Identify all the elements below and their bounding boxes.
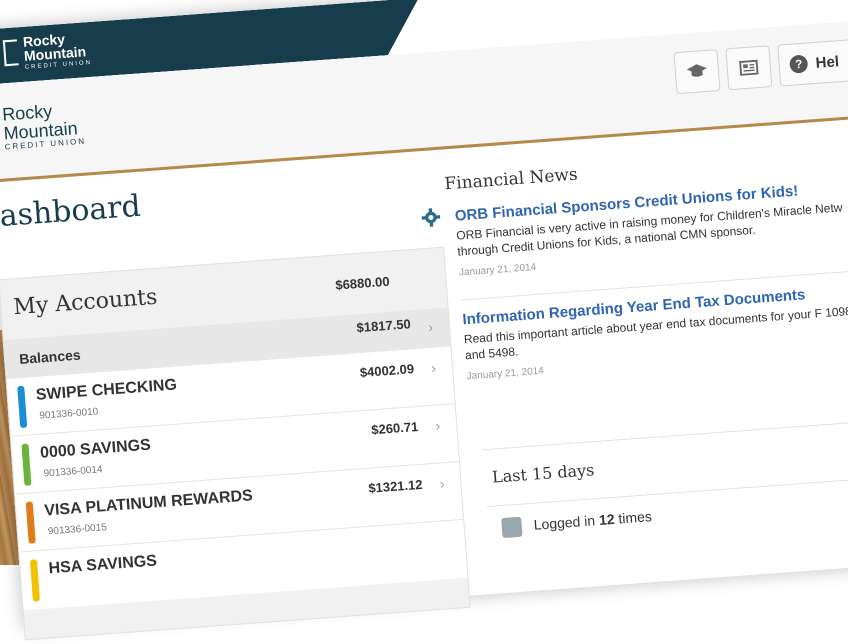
account-name: HSA SAVINGS [48,552,157,578]
account-name: VISA PLATINUM REWARDS [44,487,254,520]
chevron-right-icon: › [428,319,434,335]
account-amount: $1321.12 [368,477,423,496]
login-count: 12 [598,511,615,528]
user-icon [501,517,522,538]
account-number: 901336-0010 [39,406,99,421]
main-logo[interactable]: Rocky Mountain CREDIT UNION [2,100,87,152]
gear-icon[interactable] [420,207,441,228]
news-item: ORB Financial Sponsors Credit Unions for… [454,178,848,278]
news-button[interactable] [725,45,772,90]
account-number: 901336-0015 [48,522,108,537]
balances-amount: $1817.50 [356,316,411,335]
recent-title: Last 15 days [491,460,594,486]
small-logo[interactable]: Rocky Mountain CREDIT UNION [3,30,93,72]
login-suffix: times [618,508,653,526]
news-item: Information Regarding Year End Tax Docum… [462,282,848,382]
account-color-bar [21,444,31,486]
chevron-right-icon: › [435,417,441,433]
education-button[interactable] [673,49,720,94]
recent-activity-panel: Last 15 days Logged in 12 times [482,419,848,610]
graduation-cap-icon [685,60,709,84]
page-title: ashboard [0,189,142,234]
account-color-bar [17,386,27,428]
balances-label: Balances [19,347,81,367]
account-color-bar [30,559,40,601]
account-number: 901336-0014 [43,464,103,479]
chevron-right-icon: › [439,475,445,491]
account-amount: $260.71 [371,419,419,437]
newspaper-icon [737,56,761,80]
account-name: SWIPE CHECKING [35,377,177,405]
logo-mark-icon [3,39,19,66]
login-prefix: Logged in [533,512,596,532]
login-activity-row: Logged in 12 times [486,475,848,551]
account-color-bar [26,501,36,543]
help-button[interactable]: ? Hel [777,35,848,87]
account-name: 0000 SAVINGS [40,437,152,463]
news-title: Financial News [444,165,579,195]
accounts-total: $6880.00 [335,274,390,293]
app-screen: Rocky Mountain CREDIT UNION Rocky Mounta… [0,0,848,628]
help-icon: ? [789,54,808,73]
accounts-title: My Accounts [13,285,159,320]
help-label: Hel [815,53,840,72]
chevron-right-icon: › [431,360,437,376]
accounts-panel: My Accounts $6880.00 Balances $1817.50 ›… [0,247,471,641]
account-amount: $4002.09 [359,361,414,380]
login-activity-text: Logged in 12 times [533,508,652,533]
